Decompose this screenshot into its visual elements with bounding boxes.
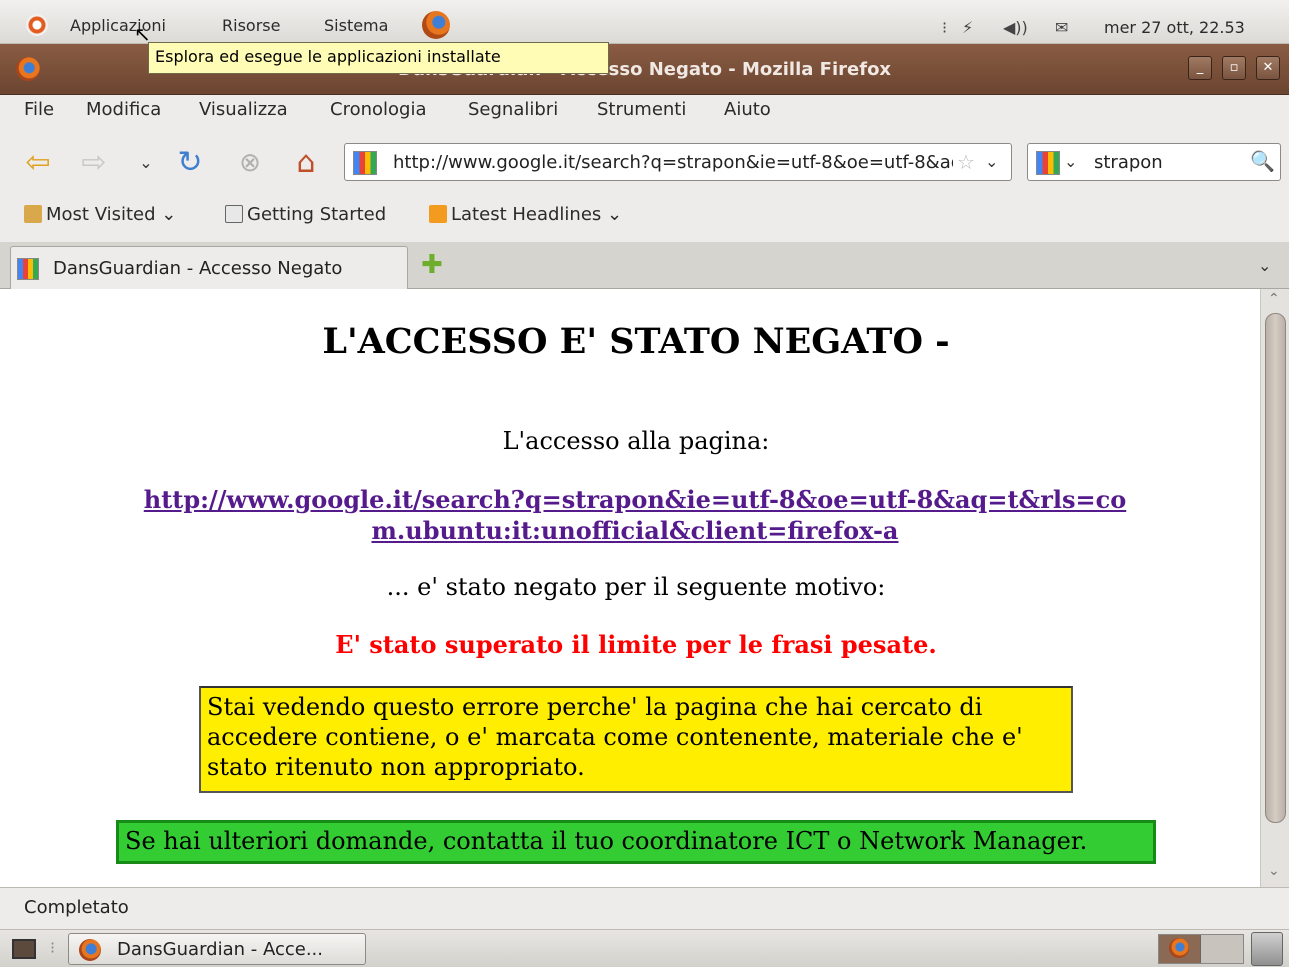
taskbar-window-button[interactable]: DansGuardian - Acce... (68, 933, 366, 965)
google-search-engine-icon[interactable] (1036, 151, 1060, 175)
home-icon[interactable]: ⌂ (286, 143, 326, 183)
workspace-switcher[interactable] (1158, 934, 1244, 964)
menu-applicazioni[interactable]: Applicazioni (70, 16, 166, 35)
status-bar: Completato (0, 887, 1289, 929)
tab-list-chevron-icon[interactable]: ⌄ (1258, 256, 1271, 275)
contact-box: Se hai ulteriori domande, contatta il tu… (116, 820, 1156, 864)
show-desktop-icon[interactable] (12, 939, 36, 959)
new-tab-plus-icon[interactable]: ✚ (421, 252, 443, 278)
menu-aiuto[interactable]: Aiuto (724, 99, 771, 120)
tab-dansguardian[interactable]: DansGuardian - Accesso Negato (10, 246, 408, 290)
menu-cronologia[interactable]: Cronologia (330, 99, 426, 120)
navigation-toolbar: ⇦ ⇨ ⌄ ↻ ⊗ ⌂ http://www.google.it/search?… (0, 135, 1289, 190)
folder-icon (24, 205, 42, 223)
url-bar[interactable]: http://www.google.it/search?q=strapon&ie… (344, 143, 1012, 181)
vertical-scrollbar[interactable]: ⌃ ⌄ (1260, 289, 1289, 887)
menubar: File Modifica Visualizza Cronologia Segn… (0, 95, 1289, 135)
search-box[interactable]: ⌄ 🔍 (1027, 143, 1281, 181)
explanation-box: Stai vedendo questo errore perche' la pa… (199, 686, 1073, 793)
menu-risorse[interactable]: Risorse (222, 16, 280, 35)
panel-handle-icon: ⁝ (50, 938, 56, 957)
search-icon[interactable]: 🔍 (1250, 149, 1275, 173)
menu-strumenti[interactable]: Strumenti (597, 99, 686, 120)
bookmarks-toolbar: Most Visited ⌄ Getting Started Latest He… (0, 190, 1289, 242)
page-heading: L'ACCESSO E' STATO NEGATO - (322, 321, 950, 362)
menu-visualizza[interactable]: Visualizza (199, 99, 288, 120)
search-input[interactable] (1094, 150, 1244, 174)
page-icon (225, 205, 243, 223)
bottom-panel: ⁝ DansGuardian - Acce... (0, 929, 1289, 967)
top-panel: Applicazioni Risorse Sistema ⁝ ⚡ ◀)) ✉ m… (0, 0, 1289, 44)
firefox-icon (1169, 938, 1189, 958)
clock[interactable]: mer 27 ott, 22.53 (1104, 18, 1245, 37)
close-button[interactable]: ✕ (1256, 56, 1280, 80)
url-dropdown-icon[interactable]: ⌄ (985, 152, 998, 171)
scroll-down-icon[interactable]: ⌄ (1268, 863, 1280, 879)
mouse-pointer-icon: ↖ (134, 22, 151, 46)
url-text[interactable]: http://www.google.it/search?q=strapon&ie… (393, 152, 953, 173)
taskbar-label: DansGuardian - Acce... (117, 939, 323, 960)
tray-handle-icon: ⁝ (942, 18, 948, 37)
status-text: Completato (24, 897, 129, 918)
bookmark-most-visited[interactable]: Most Visited ⌄ (24, 204, 176, 225)
firefox-launcher-icon[interactable] (422, 11, 450, 39)
rss-icon (429, 205, 447, 223)
tab-bar: DansGuardian - Accesso Negato ✚ ⌄ (0, 242, 1289, 290)
menu-segnalibri[interactable]: Segnalibri (468, 99, 558, 120)
firefox-icon (79, 939, 101, 961)
menu-modifica[interactable]: Modifica (86, 99, 161, 120)
scroll-thumb[interactable] (1265, 313, 1286, 823)
reload-icon[interactable]: ↻ (170, 143, 210, 183)
bookmark-latest-headlines[interactable]: Latest Headlines ⌄ (429, 204, 622, 225)
page-content: L'ACCESSO E' STATO NEGATO - L'accesso al… (10, 289, 1260, 887)
scroll-up-icon[interactable]: ⌃ (1268, 291, 1280, 307)
reason-text: E' stato superato il limite per le frasi… (335, 630, 937, 659)
chevron-down-icon[interactable]: ⌄ (1064, 152, 1077, 171)
google-favicon-icon (17, 258, 39, 280)
tab-label: DansGuardian - Accesso Negato (53, 258, 343, 279)
network-icon[interactable]: ⚡ (962, 18, 973, 37)
history-dropdown-icon[interactable]: ⌄ (126, 143, 166, 183)
volume-icon[interactable]: ◀)) (1003, 18, 1028, 37)
menu-sistema[interactable]: Sistema (324, 16, 388, 35)
bookmark-star-icon[interactable]: ☆ (957, 150, 975, 174)
maximize-button[interactable]: ▫ (1222, 56, 1246, 80)
reason-intro-text: ... e' stato negato per il seguente moti… (386, 573, 886, 601)
blocked-url-link[interactable]: http://www.google.it/search?q=strapon&ie… (140, 484, 1130, 546)
tooltip: Esplora ed esegue le applicazioni instal… (148, 42, 609, 74)
minimize-button[interactable]: _ (1188, 56, 1212, 80)
back-arrow-icon[interactable]: ⇦ (18, 143, 58, 183)
workspace-1[interactable] (1159, 935, 1201, 963)
trash-icon[interactable] (1251, 932, 1283, 966)
google-favicon-icon[interactable] (353, 151, 377, 175)
stop-icon[interactable]: ⊗ (230, 143, 270, 183)
intro-text: L'accesso alla pagina: (502, 427, 770, 455)
mail-icon[interactable]: ✉ (1055, 18, 1068, 37)
bookmark-getting-started[interactable]: Getting Started (225, 204, 386, 225)
menu-file[interactable]: File (24, 99, 54, 120)
ubuntu-logo-icon[interactable] (26, 14, 48, 36)
forward-arrow-icon[interactable]: ⇨ (74, 143, 114, 183)
